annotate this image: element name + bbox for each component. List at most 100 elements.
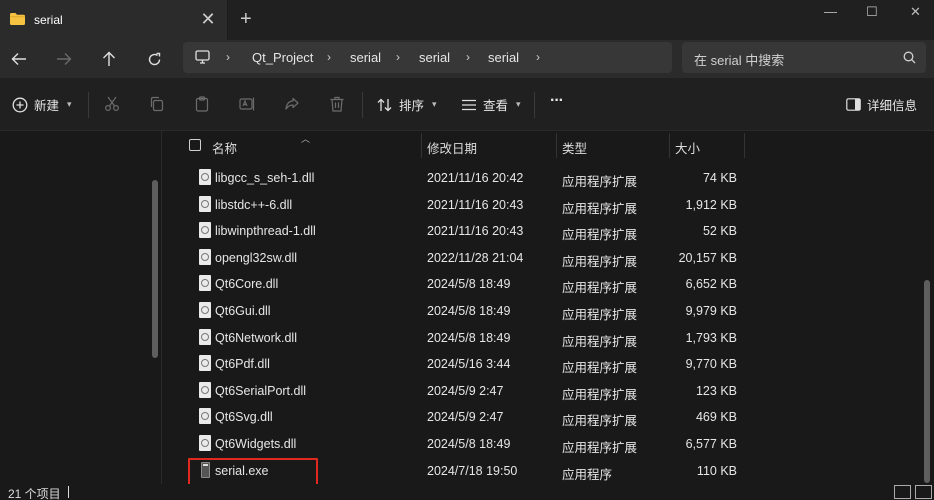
file-row[interactable]: Qt6SerialPort.dll 2024/5/9 2:47 应用程序扩展 123 … <box>175 377 745 404</box>
address-row: › Qt_Project › serial › serial › serial … <box>0 40 934 78</box>
sort-button[interactable]: 排序 ▾ <box>377 95 437 114</box>
dll-file-icon <box>199 222 211 239</box>
file-date: 2022/11/28 21:04 <box>427 250 524 265</box>
nav-scrollbar-thumb[interactable] <box>152 180 158 358</box>
column-divider[interactable] <box>421 133 422 158</box>
file-name: libstdc++-6.dll <box>215 197 293 212</box>
file-row[interactable]: libgcc_s_seh-1.dll 2021/11/16 20:42 应用程序扩展… <box>175 164 745 191</box>
gear-icon <box>201 173 209 181</box>
file-row[interactable]: Qt6Pdf.dll 2024/5/16 3:44 应用程序扩展 9,770 KB <box>175 350 745 377</box>
gear-icon <box>201 359 209 368</box>
gear-icon <box>201 332 209 341</box>
chevron-down-icon: ▾ <box>432 99 437 109</box>
new-label: 新建 <box>34 99 60 113</box>
dll-file-icon <box>199 408 211 425</box>
breadcrumb-separator[interactable]: › <box>327 50 331 64</box>
share-icon[interactable] <box>284 96 300 112</box>
file-name: Qt6Core.dll <box>215 277 279 292</box>
tab-serial[interactable]: serial ✕ <box>0 0 228 40</box>
column-type[interactable]: 类型 <box>562 138 587 157</box>
tab-close-button[interactable]: ✕ <box>199 9 217 29</box>
paste-icon[interactable] <box>194 96 210 112</box>
details-pane-icon <box>846 98 861 111</box>
file-name: Qt6Svg.dll <box>215 410 273 425</box>
rename-icon[interactable] <box>239 96 255 112</box>
status-bar: 21 个项目 <box>0 484 934 500</box>
file-row[interactable]: Qt6Network.dll 2024/5/8 18:49 应用程序扩展 1,793 … <box>175 324 745 351</box>
file-size: 123 KB <box>695 383 737 398</box>
column-divider[interactable] <box>669 133 670 158</box>
file-row[interactable]: Qt6Core.dll 2024/5/8 18:49 应用程序扩展 6,652 KB <box>175 270 745 297</box>
delete-icon[interactable] <box>329 96 345 112</box>
details-pane-button[interactable]: 详细信息 <box>846 95 917 114</box>
file-row[interactable]: libstdc++-6.dll 2021/11/16 20:43 应用程序扩展 1,9… <box>175 191 745 218</box>
file-date: 2024/5/8 18:49 <box>427 303 511 318</box>
column-divider[interactable] <box>556 133 557 158</box>
select-all-checkbox[interactable] <box>189 139 201 151</box>
file-date: 2024/5/9 2:47 <box>427 383 504 398</box>
file-size: 6,652 KB <box>685 277 737 292</box>
view-button[interactable]: 查看 ▾ <box>461 95 521 114</box>
breadcrumb-qt-project[interactable]: Qt_Project <box>252 50 313 65</box>
details-view-toggle[interactable] <box>894 485 911 499</box>
back-button[interactable] <box>8 49 30 69</box>
dll-file-icon <box>199 328 211 345</box>
copy-icon[interactable] <box>149 96 165 112</box>
dll-file-icon <box>199 301 211 318</box>
file-name: opengl32sw.dll <box>215 250 298 265</box>
folder-icon <box>10 13 25 25</box>
file-row-serial-exe[interactable]: serial.exe 2024/7/18 19:50 应用程序 110 KB <box>175 457 745 484</box>
breadcrumb-separator[interactable]: › <box>226 50 230 64</box>
status-divider <box>68 486 69 498</box>
divider <box>88 92 89 118</box>
arrow-right-icon <box>57 53 72 65</box>
forward-button[interactable] <box>53 49 75 69</box>
file-row[interactable]: Qt6Svg.dll 2024/5/9 2:47 应用程序扩展 469 KB <box>175 403 745 430</box>
dll-file-icon <box>199 195 211 212</box>
new-tab-button[interactable]: + <box>240 9 252 29</box>
title-bar: serial ✕ + — ☐ ✕ <box>0 0 934 40</box>
search-icon <box>903 51 916 64</box>
breadcrumb-separator[interactable]: › <box>536 50 540 64</box>
file-row[interactable]: Qt6Gui.dll 2024/5/8 18:49 应用程序扩展 9,979 KB <box>175 297 745 324</box>
column-size[interactable]: 大小 <box>675 138 700 157</box>
dll-file-icon <box>199 248 211 265</box>
gear-icon <box>201 412 209 421</box>
refresh-button[interactable] <box>143 49 165 69</box>
file-list[interactable]: libgcc_s_seh-1.dll 2021/11/16 20:42 应用程序扩展… <box>175 164 745 483</box>
new-button[interactable]: 新建 ▾ <box>12 95 72 114</box>
file-row[interactable]: libwinpthread-1.dll 2021/11/16 20:43 应用程序扩… <box>175 217 745 244</box>
more-options-button[interactable]: ··· <box>550 92 564 110</box>
cut-icon[interactable] <box>104 96 120 112</box>
file-size: 52 KB <box>702 224 737 239</box>
file-type: 应用程序扩展 <box>562 254 638 269</box>
up-button[interactable] <box>98 49 120 69</box>
file-row[interactable]: opengl32sw.dll 2022/11/28 21:04 应用程序扩展 20,1… <box>175 244 745 271</box>
view-label: 查看 <box>483 99 509 113</box>
file-name: Qt6Widgets.dll <box>215 436 297 451</box>
breadcrumb-serial-2[interactable]: serial <box>419 50 450 65</box>
column-divider[interactable] <box>744 133 745 158</box>
breadcrumb-separator[interactable]: › <box>466 50 470 64</box>
gear-icon <box>201 385 209 394</box>
breadcrumb-separator[interactable]: › <box>396 50 400 64</box>
file-size: 469 KB <box>695 410 737 425</box>
breadcrumb-serial-3[interactable]: serial <box>488 50 519 65</box>
computer-icon <box>195 50 210 64</box>
main-scrollbar-thumb[interactable] <box>924 280 930 483</box>
minimize-button[interactable]: — <box>824 4 837 19</box>
breadcrumb-serial-1[interactable]: serial <box>350 50 381 65</box>
details-label: 详细信息 <box>867 99 918 113</box>
navigation-pane[interactable] <box>0 131 162 484</box>
address-bar[interactable]: › Qt_Project › serial › serial › serial … <box>183 42 672 73</box>
file-size: 1,912 KB <box>685 197 737 212</box>
maximize-button[interactable]: ☐ <box>866 4 878 20</box>
tiles-view-toggle[interactable] <box>915 485 932 499</box>
search-input[interactable]: 在 serial 中搜索 <box>682 42 926 73</box>
file-name: libwinpthread-1.dll <box>215 224 316 239</box>
file-date: 2024/5/8 18:49 <box>427 330 511 345</box>
close-window-button[interactable]: ✕ <box>910 4 921 20</box>
file-row[interactable]: Qt6Widgets.dll 2024/5/8 18:49 应用程序扩展 6,577 … <box>175 430 745 457</box>
file-name: Qt6Network.dll <box>215 330 297 345</box>
column-date[interactable]: 修改日期 <box>427 138 477 157</box>
